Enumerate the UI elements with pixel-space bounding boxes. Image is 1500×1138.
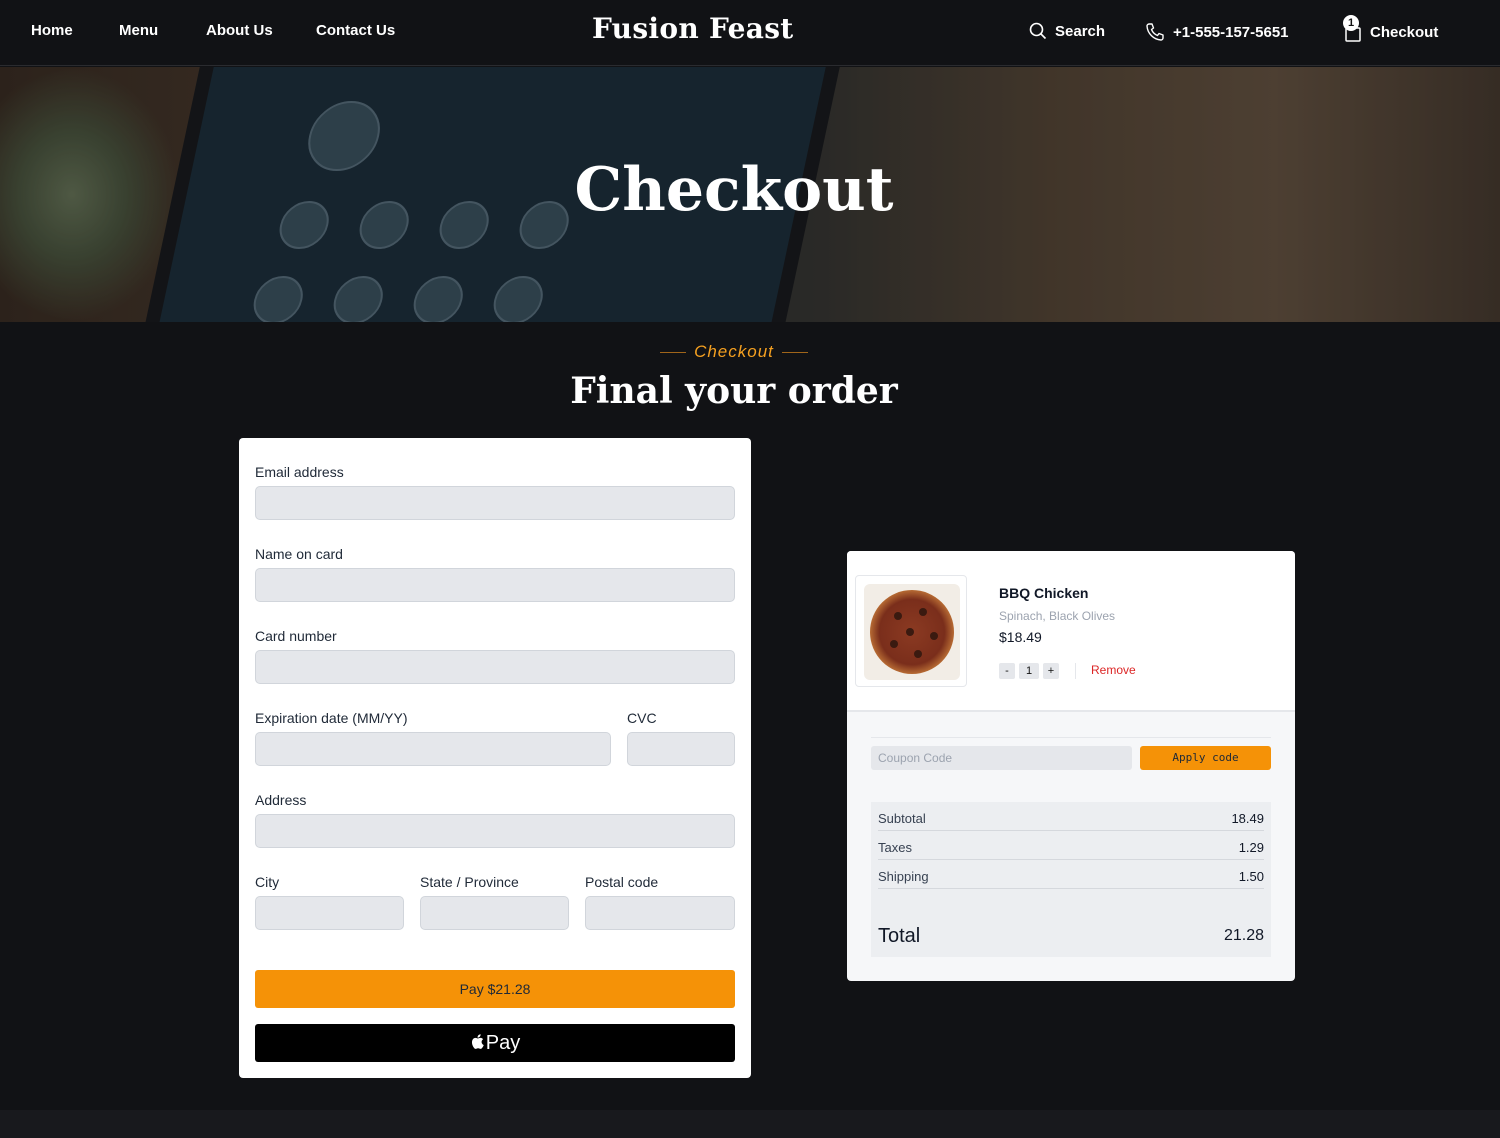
quantity-decrement-button[interactable]: - — [999, 663, 1015, 679]
nav-about-link[interactable]: About Us — [206, 22, 273, 39]
pizza-image — [864, 584, 960, 680]
apple-pay-button[interactable]: Pay — [255, 1024, 735, 1062]
section-eyebrow: Checkout — [0, 342, 1468, 362]
cart-item: BBQ Chicken Spinach, Black Olives $18.49… — [847, 551, 1295, 712]
quantity-value[interactable]: 1 — [1019, 663, 1039, 679]
footer-strip — [0, 1110, 1500, 1138]
eyebrow-text: Checkout — [694, 342, 774, 361]
postal-code-field[interactable] — [585, 896, 735, 930]
name-on-card-field[interactable] — [255, 568, 735, 602]
hero-banner: Checkout — [0, 67, 1500, 322]
taxes-value: 1.29 — [1238, 840, 1264, 855]
remove-item-button[interactable]: Remove — [1091, 663, 1136, 677]
state-label: State / Province — [420, 874, 519, 890]
search-icon — [1029, 22, 1047, 40]
section-title: Final your order — [570, 370, 898, 412]
eyebrow-divider-left — [660, 352, 687, 354]
item-price: $18.49 — [999, 629, 1042, 645]
phone-link[interactable]: +1-555-157-5651 — [1145, 22, 1289, 42]
expiration-field[interactable] — [255, 732, 611, 766]
taxes-row: Taxes 1.29 — [878, 831, 1264, 860]
brand-logo[interactable]: Fusion Feast — [592, 12, 794, 45]
order-totals: Subtotal 18.49 Taxes 1.29 Shipping 1.50 … — [871, 802, 1271, 957]
phone-number: +1-555-157-5651 — [1173, 23, 1289, 41]
quantity-increment-button[interactable]: + — [1043, 663, 1059, 679]
nav-menu-link[interactable]: Menu — [119, 22, 158, 39]
subtotal-label: Subtotal — [878, 811, 926, 826]
total-value: 21.28 — [1223, 927, 1264, 944]
order-summary: BBQ Chicken Spinach, Black Olives $18.49… — [847, 551, 1295, 981]
pay-button[interactable]: Pay $21.28 — [255, 970, 735, 1008]
city-field[interactable] — [255, 896, 404, 930]
card-number-label: Card number — [255, 628, 337, 644]
coupon-code-input[interactable]: Coupon Code — [871, 746, 1132, 770]
coupon-divider — [871, 737, 1271, 738]
top-navbar: Home Menu About Us Contact Us Fusion Fea… — [0, 0, 1500, 66]
address-label: Address — [255, 792, 307, 808]
item-description: Spinach, Black Olives — [999, 609, 1116, 623]
shipping-label: Shipping — [878, 869, 929, 884]
cvc-label: CVC — [627, 710, 657, 726]
nav-contact-link[interactable]: Contact Us — [316, 22, 395, 39]
email-field[interactable] — [255, 486, 735, 520]
cvc-field[interactable] — [627, 732, 735, 766]
expiration-label: Expiration date (MM/YY) — [255, 710, 408, 726]
city-label: City — [255, 874, 280, 890]
shipping-row: Shipping 1.50 — [878, 860, 1264, 889]
total-label: Total — [878, 925, 921, 947]
state-field[interactable] — [420, 896, 569, 930]
email-label: Email address — [255, 464, 344, 480]
search-button[interactable]: Search — [1029, 22, 1105, 40]
nav-home-link[interactable]: Home — [31, 22, 73, 39]
checkout-label: Checkout — [1370, 23, 1439, 41]
item-name[interactable]: BBQ Chicken — [999, 585, 1088, 601]
subtotal-value: 18.49 — [1231, 811, 1264, 826]
item-actions-divider — [1075, 663, 1076, 679]
taxes-label: Taxes — [878, 840, 912, 855]
apply-code-button[interactable]: Apply code — [1140, 746, 1271, 770]
subtotal-row: Subtotal 18.49 — [878, 802, 1264, 831]
payment-form: Email address Name on card Card number E… — [239, 438, 751, 1078]
name-on-card-label: Name on card — [255, 546, 343, 562]
apple-logo-icon — [471, 1034, 484, 1049]
address-field[interactable] — [255, 814, 735, 848]
search-label: Search — [1055, 22, 1106, 40]
hero-title: Checkout — [574, 155, 894, 225]
card-number-field[interactable] — [255, 650, 735, 684]
eyebrow-divider-right — [781, 352, 808, 354]
phone-icon — [1146, 23, 1164, 41]
cart-count-badge: 1 — [1343, 15, 1359, 31]
item-thumbnail — [855, 575, 967, 687]
postal-code-label: Postal code — [585, 874, 659, 890]
apple-pay-label: Pay — [485, 1032, 521, 1054]
shipping-value: 1.50 — [1238, 869, 1264, 884]
